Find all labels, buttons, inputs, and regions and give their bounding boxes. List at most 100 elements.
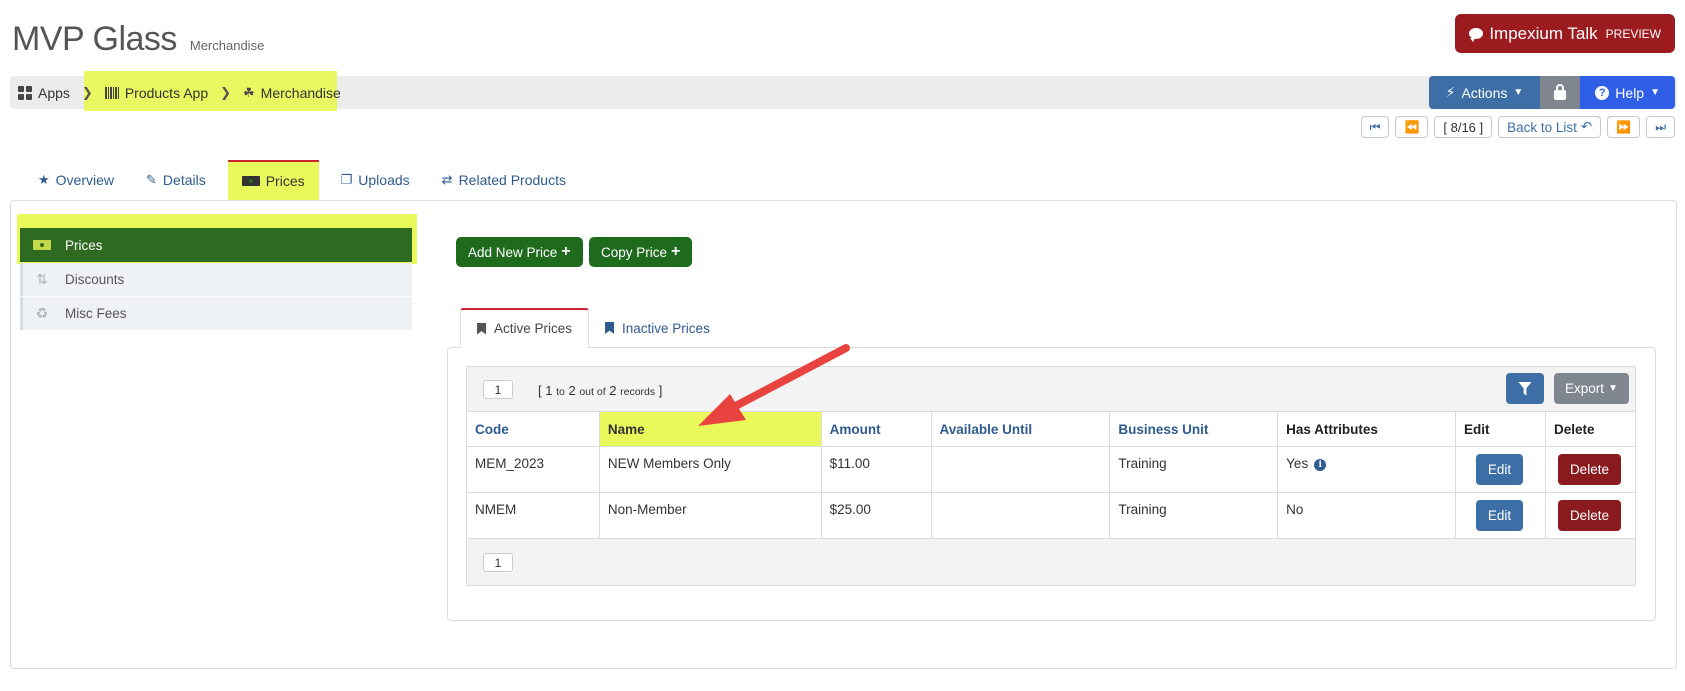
- reply-all-icon: ↶: [1580, 119, 1593, 134]
- header-actions: ⚡ Actions ▼ ? Help ▼: [1428, 76, 1675, 109]
- tab-active-prices-label: Active Prices: [494, 321, 573, 336]
- bolt-icon: ⚡: [1445, 84, 1456, 100]
- record-pager: ⏮ ⏪ [ 8/16 ] Back to List ↶ ⏩ ⏭: [1360, 116, 1675, 138]
- actions-button[interactable]: ⚡ Actions ▼: [1428, 76, 1541, 109]
- tab-prices[interactable]: Prices: [227, 160, 319, 200]
- sidebar-item-discounts[interactable]: ⇅ Discounts: [20, 263, 412, 296]
- sidebar-item-label: Misc Fees: [65, 306, 127, 321]
- info-icon[interactable]: i: [1314, 459, 1327, 471]
- cell-amount: $25.00: [820, 492, 932, 539]
- column-header-available-until[interactable]: Available Until: [930, 411, 1111, 447]
- cell-delete: Delete: [1544, 492, 1637, 539]
- edit-button[interactable]: Edit: [1475, 454, 1523, 485]
- column-header-business-unit[interactable]: Business Unit: [1109, 411, 1279, 447]
- sort-amount-icon: ⇅: [36, 271, 48, 287]
- export-button[interactable]: Export ▼: [1554, 373, 1629, 404]
- chevron-right-icon: ❯: [220, 84, 232, 100]
- breadcrumb-products-app-label: Products App: [124, 84, 209, 101]
- cell-available-until: [930, 492, 1111, 539]
- breadcrumb-apps[interactable]: Apps: [18, 85, 70, 101]
- comment-icon: [1469, 28, 1484, 42]
- filter-button[interactable]: [1506, 373, 1544, 404]
- page-number-bottom[interactable]: 1: [483, 553, 513, 572]
- back-to-list-button[interactable]: Back to List ↶: [1498, 116, 1602, 138]
- record-count: [ 8/16 ]: [1434, 116, 1493, 138]
- tab-uploads[interactable]: ❐ Uploads: [325, 160, 426, 200]
- tab-details[interactable]: ✎ Details: [130, 160, 222, 200]
- tab-overview[interactable]: ★ Overview: [22, 160, 130, 200]
- back-to-list-label: Back to List: [1507, 119, 1577, 135]
- cell-business-unit: Training: [1109, 492, 1279, 539]
- talk-label: Impexium Talk: [1489, 23, 1598, 43]
- column-header-code[interactable]: Code: [466, 411, 600, 447]
- cell-name: Non-Member: [598, 492, 822, 539]
- cell-delete: Delete: [1544, 446, 1637, 493]
- tab-details-label: Details: [162, 172, 206, 188]
- filter-icon: [1518, 381, 1532, 396]
- annotation-arrow: [698, 344, 850, 426]
- has-attributes-value: Yes: [1286, 456, 1309, 471]
- arrow-head: [698, 394, 746, 426]
- recycle-icon: ♻: [35, 305, 49, 321]
- fast-forward-icon: ⏭: [1655, 119, 1666, 134]
- table-row: MEM_2023 NEW Members Only $11.00 Trainin…: [466, 446, 1637, 493]
- delete-button[interactable]: Delete: [1557, 500, 1621, 531]
- breadcrumb: Apps ❯ Products App ❯ ☘ Merchandise: [18, 76, 341, 109]
- record-info: [ 1 to 2 out of 2 records ]: [538, 383, 662, 398]
- cell-edit: Edit: [1454, 492, 1546, 539]
- page-number-top[interactable]: 1: [483, 380, 513, 399]
- column-header-has-attributes: Has Attributes: [1277, 411, 1456, 447]
- cell-code: MEM_2023: [466, 446, 600, 493]
- delete-button[interactable]: Delete: [1557, 454, 1621, 485]
- plus-icon: +: [561, 243, 571, 260]
- last-record-button[interactable]: ⏭: [1646, 116, 1675, 138]
- sidebar-item-label: Prices: [65, 237, 103, 253]
- forward-icon: ⏩: [1616, 120, 1632, 134]
- help-button[interactable]: ? Help ▼: [1580, 76, 1675, 109]
- tab-prices-label: Prices: [265, 173, 305, 189]
- copy-icon: ❐: [340, 172, 353, 187]
- record-info-close: ]: [655, 383, 663, 398]
- tab-related-products[interactable]: ⇄ Related Products: [426, 160, 582, 200]
- breadcrumb-apps-label: Apps: [38, 84, 70, 101]
- add-new-price-label: Add New Price: [468, 244, 558, 260]
- bookmark-icon: [477, 322, 486, 335]
- barcode-icon: [104, 86, 119, 99]
- table-header-row: Code Name Amount Available Until Busines…: [466, 411, 1637, 447]
- sidebar-item-misc-fees[interactable]: ♻ Misc Fees: [20, 297, 412, 330]
- edit-icon: ✎: [146, 172, 157, 187]
- copy-price-label: Copy Price: [601, 244, 668, 260]
- page-subtitle: Merchandise: [189, 38, 265, 53]
- bookmark-icon: [605, 322, 615, 334]
- help-label: Help: [1615, 84, 1645, 101]
- column-header-edit: Edit: [1454, 411, 1546, 447]
- star-icon: ★: [38, 172, 50, 187]
- tab-active-prices[interactable]: Active Prices: [460, 308, 590, 348]
- page-title-text: MVP Glass: [12, 20, 177, 58]
- record-to: 2: [568, 383, 576, 398]
- breadcrumb-merchandise[interactable]: ☘ Merchandise: [243, 85, 341, 101]
- sidebar-item-prices[interactable]: Prices: [20, 228, 412, 262]
- cell-available-until: [930, 446, 1111, 493]
- retweet-icon: ⇄: [441, 172, 453, 187]
- add-new-price-button[interactable]: Add New Price +: [456, 237, 583, 267]
- impexium-talk-button[interactable]: Impexium Talk PREVIEW: [1455, 14, 1675, 53]
- chevron-down-icon: ▼: [1513, 87, 1524, 98]
- tab-related-products-label: Related Products: [458, 172, 566, 188]
- next-record-button[interactable]: ⏩: [1607, 116, 1641, 138]
- export-label: Export: [1565, 381, 1605, 396]
- cell-amount: $11.00: [820, 446, 932, 493]
- first-record-button[interactable]: ⏮: [1360, 116, 1390, 138]
- tab-uploads-label: Uploads: [358, 172, 410, 188]
- breadcrumb-products-app[interactable]: Products App: [104, 84, 209, 101]
- record-to-word: to: [556, 386, 565, 398]
- arrow-shaft: [724, 344, 850, 414]
- record-total: 2: [609, 383, 617, 398]
- copy-price-button[interactable]: Copy Price +: [589, 237, 693, 267]
- lock-button[interactable]: [1540, 76, 1581, 109]
- cell-name: NEW Members Only: [598, 446, 822, 493]
- edit-button[interactable]: Edit: [1475, 500, 1523, 531]
- chevron-right-icon: ❯: [81, 84, 93, 100]
- tab-overview-label: Overview: [55, 172, 115, 188]
- previous-record-button[interactable]: ⏪: [1395, 116, 1429, 138]
